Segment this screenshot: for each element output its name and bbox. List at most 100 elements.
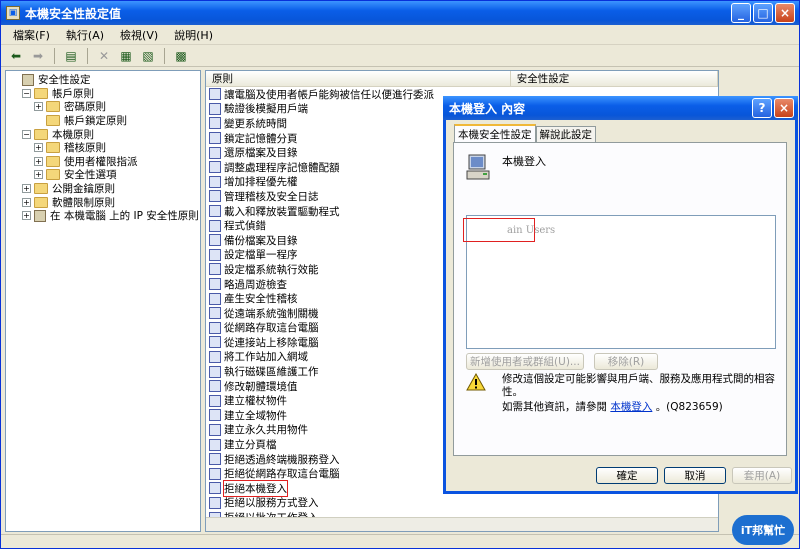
policy-icon: [209, 292, 221, 305]
tree-item[interactable]: + 安全性選項: [6, 168, 200, 182]
tree-item[interactable]: + 公開金鑰原則: [6, 182, 200, 196]
policy-label: 鎖定記憶體分頁: [224, 132, 298, 145]
expand-icon[interactable]: +: [22, 197, 31, 207]
policy-icon: [209, 321, 221, 334]
policy-label: 變更系統時間: [224, 117, 287, 130]
tree-item[interactable]: + 使用者權限指派: [6, 155, 200, 169]
apply-button[interactable]: 套用(A): [732, 467, 792, 484]
tab-local-security-setting[interactable]: 本機安全性設定: [454, 124, 536, 142]
menu-action[interactable]: 執行(A): [60, 27, 110, 43]
tree-item[interactable]: + 軟體限制原則: [6, 195, 200, 209]
menu-bar: 檔案(F) 執行(A) 檢視(V) 說明(H): [1, 25, 799, 45]
expand-icon[interactable]: +: [34, 143, 43, 153]
expand-icon[interactable]: +: [34, 170, 43, 180]
dialog-tab-panel: 本機登入 ain Users 新增使用者或群組(U)... 移除(R) 修改這個…: [453, 142, 787, 456]
policy-label: 設定檔系統執行效能: [224, 263, 319, 276]
dialog-policy-name: 本機登入: [502, 155, 546, 168]
policy-icon: [209, 117, 221, 130]
expand-icon[interactable]: +: [22, 211, 31, 221]
user-group-listbox[interactable]: ain Users: [463, 215, 776, 349]
warning-icon: [466, 372, 488, 391]
folder-icon: [46, 101, 60, 113]
dialog-close-button[interactable]: ×: [774, 98, 794, 118]
policy-label: 建立全域物件: [224, 409, 287, 422]
policy-label: 拒絕以服務方式登入: [224, 497, 319, 510]
help-icon[interactable]: ▩: [172, 47, 190, 65]
expand-icon[interactable]: +: [34, 156, 43, 166]
policy-label: 拒絕本機登入: [223, 479, 288, 497]
tree-item[interactable]: 安全性設定: [6, 73, 200, 87]
policy-icon: [209, 102, 221, 115]
tree-item-label: 在 本機電腦 上的 IP 安全性原則: [50, 210, 199, 223]
info-link[interactable]: 本機登入: [610, 401, 652, 413]
horizontal-scrollbar[interactable]: [206, 517, 718, 531]
tree-item[interactable]: + 稽核原則: [6, 141, 200, 155]
policy-icon: [209, 380, 221, 393]
remove-button[interactable]: 移除(R): [594, 353, 658, 370]
menu-help[interactable]: 說明(H): [168, 27, 219, 43]
forward-arrow-icon[interactable]: ➡: [29, 47, 47, 65]
policy-label: 建立分頁檔: [224, 439, 277, 452]
site-logo: iT邦幫忙: [732, 515, 794, 545]
policy-label: 執行磁碟區維護工作: [224, 366, 319, 379]
policy-icon: [209, 278, 221, 291]
column-setting[interactable]: 安全性設定: [511, 71, 718, 86]
policy-icon: [209, 336, 221, 349]
ok-button[interactable]: 確定: [596, 467, 658, 484]
export-list-icon[interactable]: ▧: [139, 47, 157, 65]
policy-icon: [209, 496, 221, 509]
expand-icon[interactable]: +: [22, 184, 31, 194]
collapse-icon[interactable]: −: [22, 129, 31, 139]
info-line: 如需其他資訊，請參閱 本機登入 。(Q823659): [502, 401, 777, 414]
policy-label: 建立永久共用物件: [224, 424, 308, 437]
policy-label: 從連接站上移除電腦: [224, 336, 319, 349]
policy-label: 調整處理程序記憶體配額: [224, 161, 340, 174]
delete-icon[interactable]: ✕: [95, 47, 113, 65]
back-arrow-icon[interactable]: ⬅: [7, 47, 25, 65]
policy-icon: [209, 175, 221, 188]
policy-icon: [209, 438, 221, 451]
tree-item[interactable]: + 密碼原則: [6, 100, 200, 114]
tree-item[interactable]: − 帳戶原則: [6, 87, 200, 101]
policy-label: 增加排程優先權: [224, 176, 298, 189]
policy-icon: [209, 205, 221, 218]
dialog-titlebar[interactable]: 本機登入 內容 ? ×: [443, 96, 798, 120]
add-user-button[interactable]: 新增使用者或群組(U)...: [466, 353, 584, 370]
policy-icon: [209, 307, 221, 320]
computer-policy-icon: [466, 153, 492, 181]
policy-label: 載入和釋放裝置驅動程式: [224, 205, 340, 218]
policy-label: 備份檔案及目錄: [224, 234, 298, 247]
tree-pane[interactable]: 安全性設定 − 帳戶原則 + 密碼原則 帳戶鎖定原則 − 本機原則 + 稽核原則 + 使用者權限指派 +…: [5, 70, 201, 532]
close-button[interactable]: ×: [775, 3, 795, 23]
app-icon: ▣: [6, 6, 20, 20]
minimize-button[interactable]: _: [731, 3, 751, 23]
tab-explain[interactable]: 解說此設定: [535, 126, 596, 142]
policy-icon: [209, 453, 221, 466]
tree-item[interactable]: − 本機原則: [6, 127, 200, 141]
cancel-button[interactable]: 取消: [664, 467, 726, 484]
collapse-icon[interactable]: −: [22, 88, 31, 98]
properties-icon[interactable]: ▦: [117, 47, 135, 65]
policy-label: 設定檔單一程序: [224, 249, 298, 262]
dialog-help-button[interactable]: ?: [752, 98, 772, 118]
tree-item[interactable]: 帳戶鎖定原則: [6, 114, 200, 128]
policy-label: 拒絕從網路存取這台電腦: [224, 468, 340, 481]
folder-icon: [46, 155, 60, 167]
tree-item[interactable]: + 在 本機電腦 上的 IP 安全性原則: [6, 209, 200, 223]
expand-icon[interactable]: +: [34, 102, 43, 112]
list-header: 原則 安全性設定: [206, 71, 718, 87]
up-folder-icon[interactable]: ▤: [62, 47, 80, 65]
properties-dialog: 本機登入 內容 ? × 本機安全性設定 解說此設定 本機登入 ain Users…: [443, 96, 798, 494]
policy-label: 從遠端系統強制關機: [224, 307, 319, 320]
maximize-button[interactable]: □: [753, 3, 773, 23]
menu-file[interactable]: 檔案(F): [7, 27, 56, 43]
policy-row[interactable]: 拒絕以服務方式登入: [206, 496, 718, 511]
folder-icon: [34, 87, 48, 99]
policy-icon: [209, 248, 221, 261]
column-policy[interactable]: 原則: [206, 71, 511, 86]
window-titlebar[interactable]: ▣ 本機安全性設定值 _ □ ×: [1, 1, 799, 25]
policy-label: 還原檔案及目錄: [224, 147, 298, 160]
user-entry[interactable]: ain Users: [507, 225, 555, 236]
warning-note: 修改這個設定可能影響與用戶端、服務及應用程式間的相容性。 如需其他資訊，請參閱 …: [502, 373, 777, 414]
menu-view[interactable]: 檢視(V): [114, 27, 164, 43]
